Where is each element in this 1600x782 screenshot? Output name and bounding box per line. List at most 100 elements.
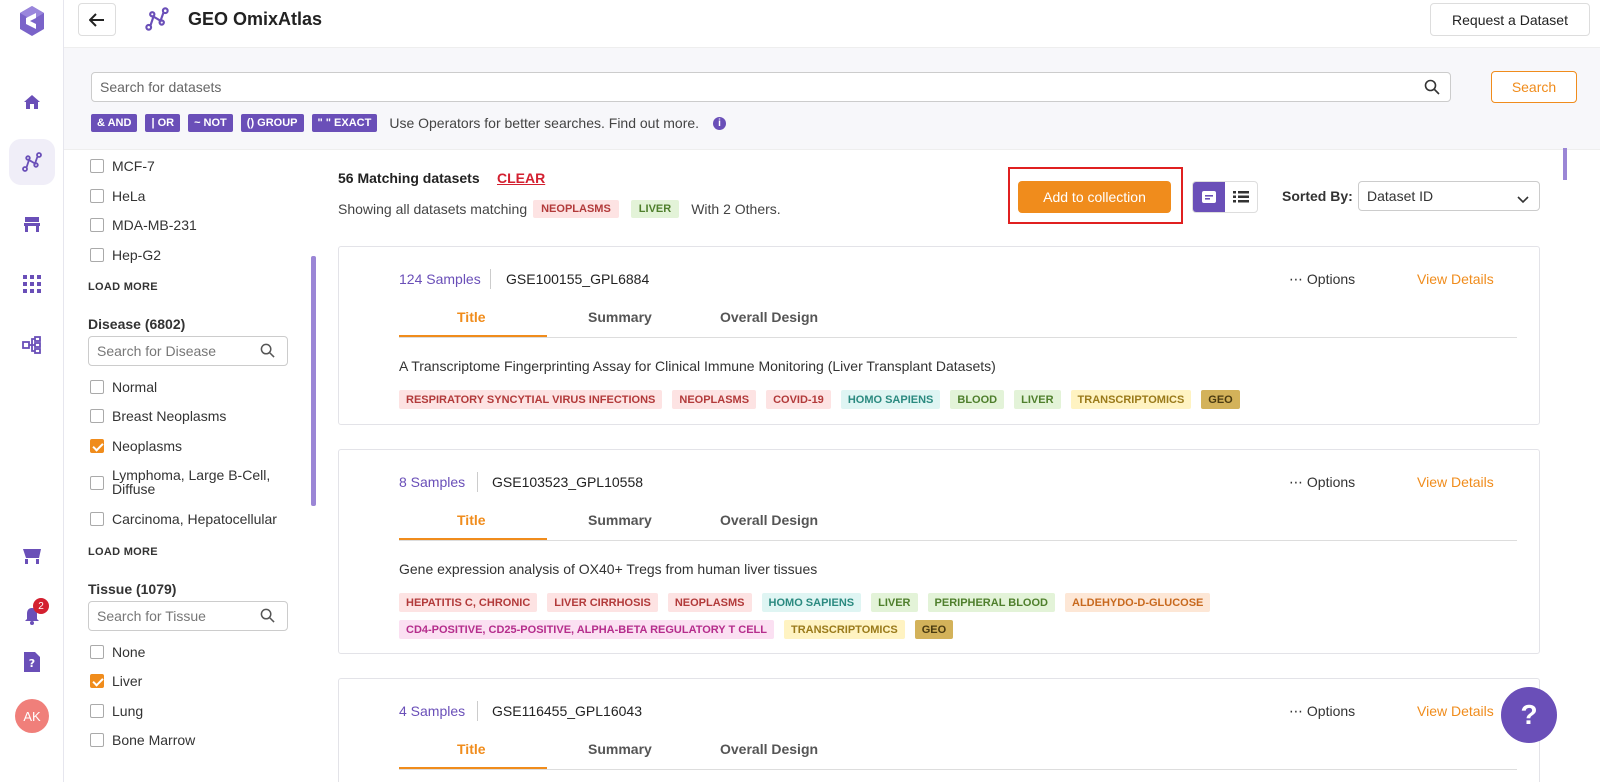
- filter-option[interactable]: None: [90, 644, 145, 660]
- search-icon[interactable]: [260, 608, 275, 626]
- checkbox[interactable]: [90, 248, 104, 262]
- checkbox[interactable]: [90, 512, 104, 526]
- sample-count-link[interactable]: 8 Samples: [399, 474, 465, 490]
- options-menu[interactable]: ⋯ Options: [1289, 271, 1355, 288]
- checkbox[interactable]: [90, 645, 104, 659]
- list-view-icon[interactable]: [1225, 182, 1257, 212]
- tag[interactable]: COVID-19: [766, 390, 831, 409]
- tag[interactable]: PERIPHERAL BLOOD: [927, 593, 1055, 612]
- filter-option[interactable]: Liver: [90, 673, 142, 689]
- load-more-link[interactable]: LOAD MORE: [88, 546, 158, 558]
- sample-count-link[interactable]: 4 Samples: [399, 703, 465, 719]
- operator-or[interactable]: | OR: [145, 114, 181, 132]
- tab-overall-design[interactable]: Overall Design: [720, 741, 818, 757]
- tag[interactable]: LIVER CIRRHOSIS: [547, 593, 658, 612]
- add-to-collection-button[interactable]: Add to collection: [1018, 181, 1171, 213]
- tab-title[interactable]: Title: [457, 741, 486, 757]
- checkbox[interactable]: [90, 189, 104, 203]
- active-tab-indicator: [399, 767, 547, 769]
- request-dataset-button[interactable]: Request a Dataset: [1430, 3, 1590, 36]
- tag[interactable]: RESPIRATORY SYNCYTIAL VIRUS INFECTIONS: [399, 390, 663, 409]
- cart-icon[interactable]: [0, 536, 64, 576]
- sample-count-link[interactable]: 124 Samples: [399, 271, 481, 287]
- checkbox[interactable]: [90, 218, 104, 232]
- checkbox[interactable]: [90, 733, 104, 747]
- tag[interactable]: HOMO SAPIENS: [761, 593, 862, 612]
- tab-overall-design[interactable]: Overall Design: [720, 512, 818, 528]
- filter-scrollbar[interactable]: [311, 256, 316, 506]
- tab-title[interactable]: Title: [457, 309, 486, 325]
- tag[interactable]: GEO: [914, 620, 954, 639]
- disease-search-input[interactable]: Search for Disease: [88, 336, 288, 366]
- tag[interactable]: TRANSCRIPTOMICS: [1070, 390, 1192, 409]
- tag[interactable]: HOMO SAPIENS: [840, 390, 941, 409]
- user-avatar[interactable]: AK: [0, 696, 64, 736]
- checkbox-checked[interactable]: [90, 439, 104, 453]
- page-scrollbar[interactable]: [1563, 148, 1567, 180]
- tissue-search-input[interactable]: Search for Tissue: [88, 601, 288, 631]
- clear-filters-link[interactable]: CLEAR: [497, 170, 545, 186]
- filter-option[interactable]: Lymphoma, Large B-Cell, Diffuse: [90, 468, 280, 496]
- search-icon[interactable]: [260, 343, 275, 361]
- filter-option[interactable]: Breast Neoplasms: [90, 408, 226, 424]
- filter-option[interactable]: Carcinoma, Hepatocellular: [90, 511, 277, 527]
- checkbox[interactable]: [90, 476, 104, 490]
- tab-summary[interactable]: Summary: [588, 309, 652, 325]
- view-details-link[interactable]: View Details: [1417, 703, 1494, 719]
- tag[interactable]: LIVER: [871, 593, 918, 612]
- card-view-icon[interactable]: [1193, 182, 1225, 212]
- search-icon[interactable]: [1424, 79, 1440, 98]
- tag[interactable]: GEO: [1201, 390, 1240, 409]
- tag[interactable]: BLOOD: [950, 390, 1005, 409]
- tag[interactable]: CD4-POSITIVE, CD25-POSITIVE, ALPHA-BETA …: [399, 620, 774, 639]
- back-button[interactable]: [78, 3, 116, 36]
- operator-exact[interactable]: " " EXACT: [311, 114, 378, 132]
- notification-icon[interactable]: 2: [0, 596, 64, 636]
- omixatlas-nav-icon[interactable]: [0, 139, 64, 185]
- checkbox[interactable]: [90, 409, 104, 423]
- filter-option[interactable]: Hep-G2: [90, 247, 161, 263]
- tag[interactable]: NEOPLASMS: [672, 390, 757, 409]
- tab-title[interactable]: Title: [457, 512, 486, 528]
- checkbox-checked[interactable]: [90, 674, 104, 688]
- tab-summary[interactable]: Summary: [588, 741, 652, 757]
- operator-and[interactable]: & AND: [91, 114, 138, 132]
- active-filter-chip[interactable]: LIVER: [630, 200, 680, 218]
- logo-icon[interactable]: [0, 0, 64, 42]
- info-icon[interactable]: i: [713, 116, 727, 130]
- dataset-search-input[interactable]: Search for datasets: [91, 72, 1451, 102]
- tag[interactable]: LIVER: [1014, 390, 1061, 409]
- tag[interactable]: NEOPLASMS: [667, 593, 752, 612]
- tag[interactable]: TRANSCRIPTOMICS: [784, 620, 905, 639]
- operator-group[interactable]: () GROUP: [240, 114, 304, 132]
- operator-not[interactable]: ~ NOT: [188, 114, 233, 132]
- search-button[interactable]: Search: [1491, 71, 1577, 103]
- pipeline-icon[interactable]: [0, 325, 64, 365]
- active-filter-chip[interactable]: NEOPLASMS: [533, 200, 619, 218]
- filter-option[interactable]: Lung: [90, 703, 143, 719]
- view-details-link[interactable]: View Details: [1417, 271, 1494, 287]
- workspace-icon[interactable]: [0, 204, 64, 244]
- checkbox[interactable]: [90, 704, 104, 718]
- filter-option[interactable]: Neoplasms: [90, 438, 182, 454]
- options-menu[interactable]: ⋯ Options: [1289, 703, 1355, 720]
- home-icon[interactable]: [0, 82, 64, 122]
- checkbox[interactable]: [90, 159, 104, 173]
- filter-option[interactable]: HeLa: [90, 188, 145, 204]
- tab-overall-design[interactable]: Overall Design: [720, 309, 818, 325]
- help-doc-icon[interactable]: ?: [0, 642, 64, 682]
- filter-option[interactable]: MCF-7: [90, 158, 155, 174]
- filter-option[interactable]: Bone Marrow: [90, 732, 195, 748]
- options-menu[interactable]: ⋯ Options: [1289, 474, 1355, 491]
- view-details-link[interactable]: View Details: [1417, 474, 1494, 490]
- checkbox[interactable]: [90, 380, 104, 394]
- load-more-link[interactable]: LOAD MORE: [88, 281, 158, 293]
- tag[interactable]: ALDEHYDO-D-GLUCOSE: [1065, 593, 1211, 612]
- apps-grid-icon[interactable]: [0, 264, 64, 304]
- tag[interactable]: HEPATITIS C, CHRONIC: [399, 593, 538, 612]
- sort-select[interactable]: Dataset ID: [1358, 181, 1540, 211]
- filter-option[interactable]: MDA-MB-231: [90, 217, 197, 233]
- help-button[interactable]: ?: [1501, 687, 1557, 743]
- filter-option[interactable]: Normal: [90, 379, 157, 395]
- tab-summary[interactable]: Summary: [588, 512, 652, 528]
